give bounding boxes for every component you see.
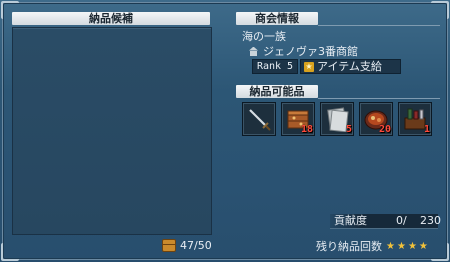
item-qty: 5 — [345, 124, 352, 135]
frame-corner — [431, 243, 449, 261]
chest-icon — [162, 238, 176, 252]
shop-name: ジェノヴァ3番商館 — [263, 45, 358, 58]
contribution-bar: 貢献度 0/ 230 — [330, 214, 441, 229]
frame-corner — [1, 243, 19, 261]
contribution-label: 貢献度 — [334, 214, 367, 227]
contribution-value: 0/ — [396, 214, 407, 227]
star-icon: ★ — [386, 240, 395, 252]
item-qty: 20 — [378, 124, 391, 135]
star-icon: ★ — [407, 240, 417, 252]
header-divider — [318, 98, 440, 99]
header-divider — [318, 25, 440, 26]
shop-row: ジェノヴァ3番商館 — [248, 43, 358, 59]
capacity-value: 47/50 — [180, 238, 212, 252]
supply-badge: ★ アイテム支給 — [300, 59, 401, 74]
deliverable-items: 18 5 20 1 — [242, 102, 432, 136]
star-icon: ★ — [304, 61, 314, 72]
guild-name: 海の一族 — [242, 30, 286, 43]
candidates-header: 納品候補 — [12, 12, 210, 25]
sword-icon — [249, 109, 271, 131]
item-slot[interactable] — [242, 102, 276, 136]
item-slot[interactable]: 1 — [398, 102, 432, 136]
frame-corner — [431, 1, 449, 19]
item-qty: 1 — [423, 124, 430, 135]
capacity-indicator: 47/50 — [162, 238, 212, 252]
remaining-stars: ★ ★ ★ ★ — [386, 241, 428, 252]
item-slot[interactable]: 5 — [320, 102, 354, 136]
remaining-deliveries: 残り納品回数 ★ ★ ★ ★ — [316, 238, 428, 254]
item-slot[interactable]: 20 — [359, 102, 393, 136]
star-icon: ★ — [396, 240, 406, 252]
remaining-label: 残り納品回数 — [316, 240, 382, 253]
item-slot[interactable]: 18 — [281, 102, 315, 136]
contribution-max: 230 — [420, 214, 441, 227]
candidate-list[interactable] — [12, 27, 212, 235]
guild-info-header: 商会情報 — [236, 12, 318, 25]
building-icon — [248, 47, 259, 56]
supply-label: アイテム支給 — [317, 60, 382, 73]
rank-badge: Rank 5 — [252, 59, 298, 74]
item-qty: 18 — [300, 124, 313, 135]
star-icon: ★ — [418, 240, 428, 252]
deliverable-header: 納品可能品 — [236, 85, 318, 98]
